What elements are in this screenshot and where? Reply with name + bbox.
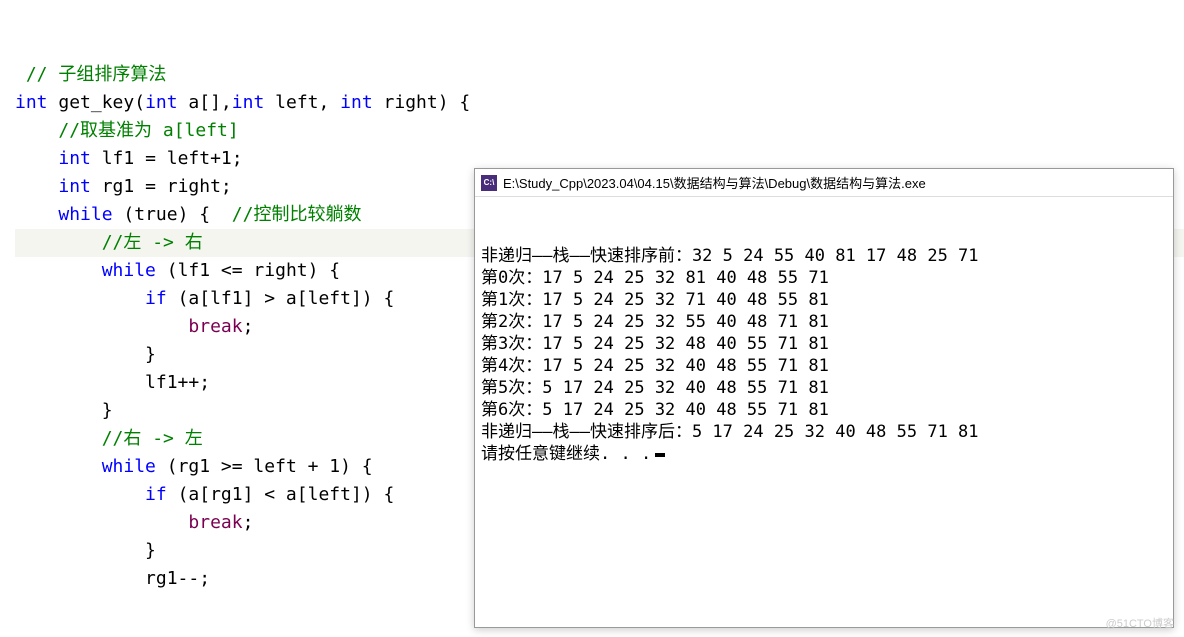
console-line: 非递归——栈——快速排序前：32 5 24 55 40 81 17 48 25 … bbox=[481, 245, 1167, 267]
code-line[interactable]: int get_key(int a[],int left, int right)… bbox=[15, 89, 1184, 117]
console-output[interactable]: 非递归——栈——快速排序前：32 5 24 55 40 81 17 48 25 … bbox=[475, 197, 1173, 513]
console-line: 第6次：5 17 24 25 32 40 48 55 71 81 bbox=[481, 399, 1167, 421]
console-title: E:\Study_Cpp\2023.04\04.15\数据结构与算法\Debug… bbox=[503, 173, 926, 192]
console-line: 第1次：17 5 24 25 32 71 40 48 55 81 bbox=[481, 289, 1167, 311]
cursor bbox=[655, 453, 665, 457]
console-line: 第3次：17 5 24 25 32 48 40 55 71 81 bbox=[481, 333, 1167, 355]
console-line: 第0次：17 5 24 25 32 81 40 48 55 71 bbox=[481, 267, 1167, 289]
console-line: 非递归——栈——快速排序后：5 17 24 25 32 40 48 55 71 … bbox=[481, 421, 1167, 443]
console-icon: C:\ bbox=[481, 175, 497, 191]
console-titlebar[interactable]: C:\ E:\Study_Cpp\2023.04\04.15\数据结构与算法\D… bbox=[475, 169, 1173, 197]
console-line: 请按任意键继续. . . bbox=[481, 443, 1167, 465]
console-line: 第2次：17 5 24 25 32 55 40 48 71 81 bbox=[481, 311, 1167, 333]
watermark: @51CTO博客 bbox=[1106, 615, 1174, 631]
code-line[interactable]: //取基准为 a[left] bbox=[15, 117, 1184, 145]
console-line: 第5次：5 17 24 25 32 40 48 55 71 81 bbox=[481, 377, 1167, 399]
console-window: C:\ E:\Study_Cpp\2023.04\04.15\数据结构与算法\D… bbox=[474, 168, 1174, 628]
code-line[interactable]: // 子组排序算法 bbox=[15, 61, 1184, 89]
console-line: 第4次：17 5 24 25 32 40 48 55 71 81 bbox=[481, 355, 1167, 377]
